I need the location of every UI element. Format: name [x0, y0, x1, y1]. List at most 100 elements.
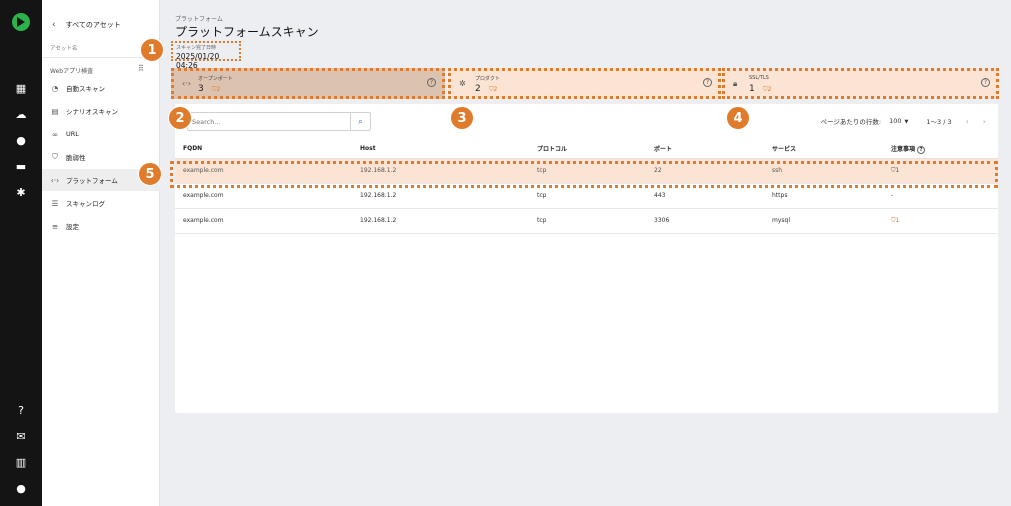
pagination: ページあたりの行数: 100 ▼ 1〜3 / 3 ‹ › [821, 116, 986, 127]
search-input[interactable] [188, 113, 352, 130]
cell-protocol: tcp [529, 208, 646, 234]
col-notes-label: 注意事項 [891, 146, 916, 153]
col-service[interactable]: サービス [764, 140, 883, 159]
card-value: 3 [198, 84, 204, 94]
warning-count: 2 [493, 86, 498, 93]
cell-fqdn: example.com [175, 208, 352, 234]
search-icon[interactable]: ⌕ [350, 113, 370, 130]
warning-count: 2 [216, 86, 221, 93]
user-circle-icon[interactable]: ● [0, 134, 42, 148]
col-protocol[interactable]: プロトコル [529, 140, 646, 159]
apps-grid-icon[interactable]: ▦ [0, 82, 42, 96]
prev-page-icon[interactable]: ‹ [966, 117, 969, 126]
help-icon[interactable]: ? [0, 404, 42, 418]
card-ssl-tls[interactable]: 🔒︎ SSL/TLS 1 ⛉2 ? [722, 68, 999, 99]
card-warning-count: ⛉2 [763, 86, 772, 93]
sidebar-item-auto-scan[interactable]: ◔ 自動スキャン [42, 77, 160, 99]
lock-icon: 🔒︎ [733, 79, 738, 88]
cell-service: mysql [764, 208, 883, 234]
warning-count: 2 [767, 86, 772, 93]
col-port[interactable]: ポート [646, 140, 764, 159]
sidebar-item-label: 自動スキャン [66, 85, 105, 93]
sidebar-item-scan-log[interactable]: ☰ スキャンログ [42, 192, 160, 214]
mail-icon[interactable]: ✉ [0, 430, 42, 444]
code-icon: ‹·› [182, 79, 191, 88]
sidebar-item-label: スキャンログ [66, 200, 105, 208]
cell-protocol: tcp [529, 183, 646, 209]
col-notes[interactable]: 注意事項? [883, 140, 998, 159]
table-row[interactable]: example.com 192.168.1.2 tcp 443 https - [175, 183, 998, 209]
caret-down-icon: ▼ [904, 119, 909, 125]
sidebar-item-settings[interactable]: ≡ 設定 [42, 215, 160, 237]
sliders-icon: ≡ [51, 221, 59, 231]
cell-port: 22 [646, 158, 764, 184]
help-icon[interactable]: ? [981, 78, 990, 87]
back-to-assets-link[interactable]: ‹ すべてのアセット [52, 20, 121, 30]
callout-badge-2: 2 [168, 106, 192, 130]
sidebar-item-label: シナリオスキャン [66, 108, 118, 116]
table-row[interactable]: example.com 192.168.1.2 tcp 22 ssh ⛉1 [175, 158, 998, 184]
asset-name: アセット名 [50, 46, 78, 52]
card-warning-count: ⛉2 [489, 86, 498, 93]
next-page-icon[interactable]: › [983, 117, 986, 126]
rows-per-page-value: 100 [889, 117, 902, 125]
card-open-ports[interactable]: ‹·› オープンポート 3 ⛉2 ? [171, 68, 445, 99]
table-header-row: FQDN Host プロトコル ポート サービス 注意事項? [175, 140, 998, 159]
card-label: オープンポート [198, 76, 233, 82]
ports-panel: ⌕ ページあたりの行数: 100▼ 1〜3 / 3 ‹ › FQDN Host … [175, 104, 998, 413]
sidebar-item-scenario-scan[interactable]: ▤ シナリオスキャン [42, 100, 160, 122]
breadcrumb[interactable]: プラットフォーム [175, 14, 223, 23]
sidebar-item-label: 脆弱性 [66, 154, 86, 162]
account-icon[interactable]: ● [0, 482, 42, 496]
sidebar-item-label: 設定 [66, 223, 79, 231]
table-row[interactable]: example.com 192.168.1.2 tcp 3306 mysql ⛉… [175, 208, 998, 234]
cell-protocol: tcp [529, 158, 646, 184]
cell-service: https [764, 183, 883, 209]
cell-fqdn: example.com [175, 158, 352, 184]
gear-icon[interactable]: ✱ [0, 186, 42, 200]
help-icon[interactable]: ? [703, 78, 712, 87]
cell-port: 3306 [646, 208, 764, 234]
app-logo[interactable] [12, 13, 30, 31]
col-fqdn[interactable]: FQDN [175, 140, 352, 159]
help-icon[interactable]: ? [427, 78, 436, 87]
back-label: すべてのアセット [65, 21, 121, 29]
cell-port: 443 [646, 183, 764, 209]
ports-table: FQDN Host プロトコル ポート サービス 注意事項? example.c… [175, 140, 998, 234]
sidebar-group-label: Webアプリ検査 [50, 68, 94, 75]
scan-completed-box: スキャン完了日時 2025/01/20 04:26 [171, 41, 241, 70]
book-icon: ▤ [51, 106, 59, 116]
chevron-left-icon: ‹ [52, 20, 56, 30]
cell-service: ssh [764, 158, 883, 184]
cell-host: 192.168.1.2 [352, 158, 529, 184]
cloud-icon[interactable]: ☁ [0, 108, 42, 122]
callout-badge-4: 4 [726, 106, 750, 130]
gear-icon: ✲ [459, 79, 466, 88]
col-host[interactable]: Host [352, 140, 529, 159]
cell-notes: ⛉1 [883, 208, 998, 234]
callout-badge-1: 1 [140, 38, 164, 62]
scan-completed-label: スキャン完了日時 [176, 45, 217, 51]
sidebar-item-label: URL [66, 130, 79, 138]
folder-icon[interactable]: ▬ [0, 160, 42, 174]
cell-host: 192.168.1.2 [352, 183, 529, 209]
card-value: 1 [749, 84, 755, 94]
rows-per-page-select[interactable]: 100 ▼ [889, 117, 908, 125]
note-count: 1 [895, 166, 900, 174]
building-icon[interactable]: ▥ [0, 456, 42, 470]
main-content: プラットフォーム プラットフォームスキャン スキャン完了日時 2025/01/2… [160, 0, 1011, 506]
cell-host: 192.168.1.2 [352, 208, 529, 234]
card-products[interactable]: ✲ プロダクト 2 ⛉2 ? [448, 68, 721, 99]
callout-badge-3: 3 [450, 106, 474, 130]
sidebar-item-label: プラットフォーム [66, 177, 118, 185]
help-icon[interactable]: ? [917, 145, 926, 154]
callout-badge-5: 5 [138, 162, 162, 186]
sidebar-item-url[interactable]: ∞ URL [42, 123, 160, 145]
card-label: SSL/TLS [749, 75, 769, 81]
grid-dots-icon[interactable]: ⠿ [138, 64, 144, 73]
card-label: プロダクト [475, 76, 501, 82]
log-icon: ☰ [51, 198, 59, 208]
link-icon: ∞ [51, 129, 59, 139]
search-box: ⌕ [187, 112, 371, 131]
card-warning-count: ⛉2 [212, 86, 221, 93]
